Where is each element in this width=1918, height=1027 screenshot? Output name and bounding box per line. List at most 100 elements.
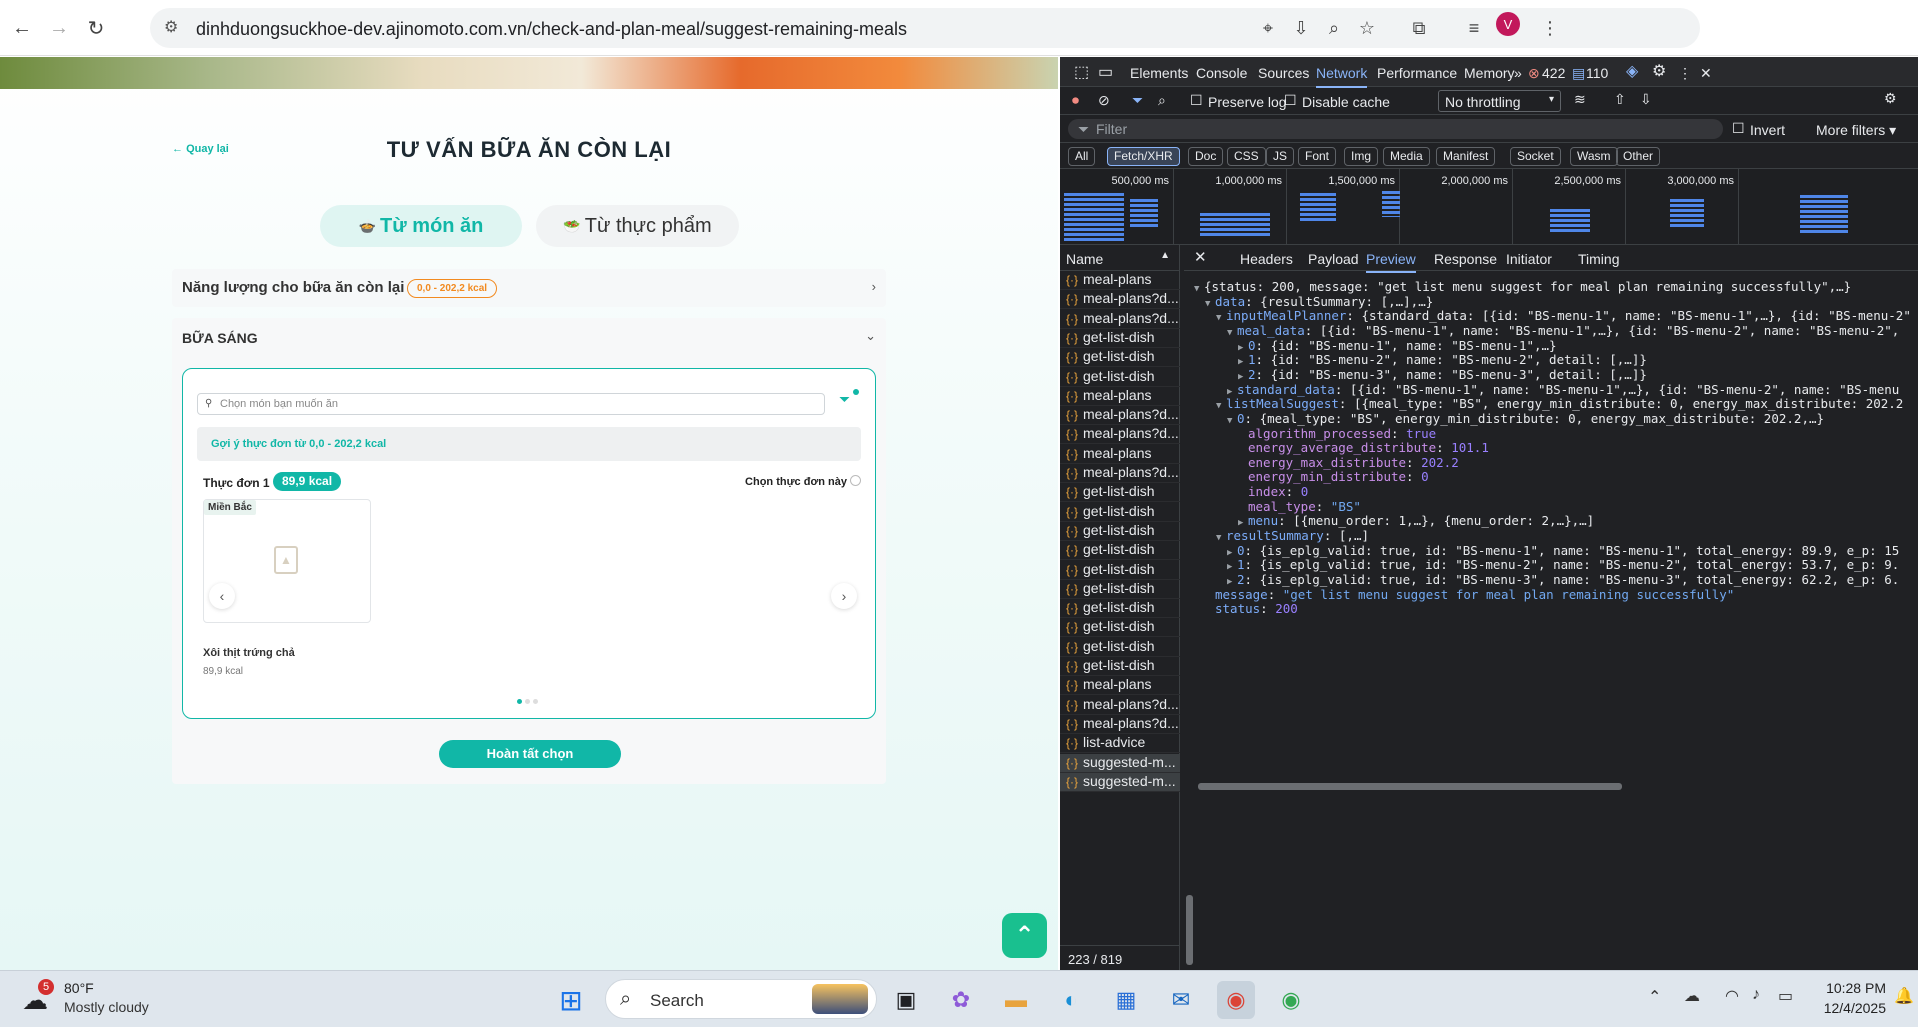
detail-tab-headers[interactable]: Headers <box>1240 251 1293 267</box>
filter-funnel-icon[interactable]: ⏷ <box>1132 92 1143 109</box>
site-info-icon[interactable]: ⚙ <box>164 17 178 37</box>
json-line[interactable]: ▶ 0: {is_eplg_valid: true, id: "BS-menu-1… <box>1227 543 1899 558</box>
media-control-icon[interactable]: ≡ <box>1460 14 1488 42</box>
weather-temp[interactable]: 80°F <box>64 980 94 996</box>
settings-gear-icon[interactable]: ⚙ <box>1652 61 1666 81</box>
expand-toggle-icon[interactable]: ▼ <box>1216 313 1226 323</box>
expand-toggle-icon[interactable]: ▼ <box>1194 284 1204 294</box>
devtools-tab-sources[interactable]: Sources <box>1258 65 1309 81</box>
network-off-icon[interactable]: ☁ <box>1684 986 1700 1006</box>
request-row[interactable]: {·} get-list-dish <box>1060 368 1180 387</box>
request-row[interactable]: {·} get-list-dish <box>1060 522 1180 541</box>
request-row[interactable]: {·} list-advice <box>1060 734 1180 754</box>
error-icon[interactable]: ⊗ <box>1528 65 1540 82</box>
file-explorer-icon[interactable]: ▬ <box>997 981 1035 1019</box>
json-line[interactable]: ▶ menu: [{menu_order: 1,…}, {menu_order: … <box>1238 513 1594 528</box>
taskbar-search[interactable]: ⌕ Search <box>605 979 877 1019</box>
json-line[interactable]: ▼ {status: 200, message: "get list menu s… <box>1194 279 1851 294</box>
type-filter-socket[interactable]: Socket <box>1510 147 1561 166</box>
network-overview-timeline[interactable]: 500,000 ms 1,000,000 ms 1,500,000 ms 2,000,… <box>1060 169 1918 245</box>
clock-date[interactable]: 12/4/2025 <box>1814 1000 1886 1016</box>
carousel-dot[interactable] <box>525 699 530 704</box>
zoom-icon[interactable]: ⌕ <box>1320 14 1348 42</box>
request-row[interactable]: {·} meal-plans?d... <box>1060 310 1180 329</box>
detail-tab-payload[interactable]: Payload <box>1308 251 1359 267</box>
outlook-icon[interactable]: ✉ <box>1162 981 1200 1019</box>
clock-time[interactable]: 10:28 PM <box>1814 980 1886 996</box>
expand-toggle-icon[interactable]: ▼ <box>1216 533 1226 543</box>
menu-kebab-icon[interactable]: ⋮ <box>1536 14 1564 42</box>
tray-overflow-icon[interactable]: ⌃ <box>1648 987 1661 1007</box>
expand-toggle-icon[interactable]: ▶ <box>1227 548 1237 558</box>
expand-toggle-icon[interactable]: ▶ <box>1238 518 1248 528</box>
request-list-scrollbar[interactable] <box>1186 895 1193 965</box>
json-line[interactable]: ▼ resultSummary: [,…] <box>1216 528 1369 543</box>
windows-start-icon[interactable]: ⊞ <box>552 981 590 1019</box>
tab-from-dish[interactable]: 🍲 Từ món ăn <box>320 205 522 247</box>
request-row[interactable]: {·} get-list-dish <box>1060 618 1180 638</box>
type-filter-js[interactable]: JS <box>1266 147 1295 166</box>
expand-toggle-icon[interactable]: ▶ <box>1238 343 1248 353</box>
copilot-icon[interactable]: ✿ <box>942 981 980 1019</box>
json-line[interactable]: message: "get list menu suggest for meal… <box>1205 587 1734 602</box>
request-row[interactable]: {·} get-list-dish <box>1060 503 1180 522</box>
extensions-icon[interactable]: ⧉ <box>1405 14 1433 42</box>
profile-avatar[interactable]: V <box>1496 12 1520 36</box>
json-line[interactable]: ▼ inputMealPlanner: {standard_data: [{id:… <box>1216 308 1911 323</box>
request-row[interactable]: {·} meal-plans <box>1060 271 1180 290</box>
wifi-icon[interactable]: ◠ <box>1725 986 1739 1006</box>
type-filter-other[interactable]: Other <box>1616 147 1661 166</box>
energy-section[interactable]: Năng lượng cho bữa ăn còn lại 0,0 - 202,… <box>172 269 886 307</box>
back-arrow-icon[interactable]: ← <box>8 14 36 42</box>
detail-tab-timing[interactable]: Timing <box>1578 251 1620 267</box>
scroll-to-top-button[interactable]: ⌃ <box>1002 913 1047 958</box>
devtools-tab-performance[interactable]: Performance <box>1377 65 1457 81</box>
preview-horizontal-scrollbar[interactable] <box>1198 783 1622 790</box>
expand-toggle-icon[interactable]: ▼ <box>1227 328 1237 338</box>
type-filter-manifest[interactable]: Manifest <box>1436 147 1496 166</box>
close-detail-icon[interactable]: ✕ <box>1194 248 1207 266</box>
forward-arrow-icon[interactable]: → <box>45 14 73 42</box>
request-row[interactable]: {·} meal-plans?d... <box>1060 715 1180 734</box>
detail-tab-response[interactable]: Response <box>1434 251 1497 267</box>
request-row[interactable]: {·} get-list-dish <box>1060 483 1180 503</box>
json-line[interactable]: energy_min_distribute: 0 <box>1238 469 1429 484</box>
request-row[interactable]: {·} meal-plans <box>1060 445 1180 464</box>
import-har-icon[interactable]: ⇧ <box>1614 91 1626 108</box>
chevron-down-icon[interactable]: ⌄ <box>865 328 876 344</box>
request-row[interactable]: {·} meal-plans <box>1060 387 1180 406</box>
preserve-log-checkbox[interactable]: ☐ <box>1190 92 1203 109</box>
request-row[interactable]: {·} get-list-dish <box>1060 541 1180 561</box>
request-row[interactable]: {·} get-list-dish <box>1060 329 1180 348</box>
json-line[interactable]: energy_max_distribute: 202.2 <box>1238 455 1459 470</box>
microsoft-store-icon[interactable]: ▦ <box>1107 981 1145 1019</box>
request-row[interactable]: {·} get-list-dish <box>1060 599 1180 619</box>
inspect-icon[interactable]: ⬚ <box>1074 62 1089 82</box>
json-line[interactable]: ▶ standard_data: [{id: "BS-menu-1", name:… <box>1227 382 1899 397</box>
json-line[interactable]: meal_type: "BS" <box>1238 499 1361 514</box>
export-har-icon[interactable]: ⇩ <box>1640 91 1652 108</box>
message-count[interactable]: 110 <box>1586 65 1608 81</box>
device-toolbar-icon[interactable]: ▭ <box>1098 62 1113 82</box>
dish-search-input[interactable]: ⚲ Chọn món bạn muốn ăn <box>197 393 825 415</box>
type-filter-wasm[interactable]: Wasm <box>1570 147 1618 166</box>
request-row[interactable]: {·} meal-plans?d... <box>1060 425 1180 445</box>
request-row[interactable]: {·} meal-plans <box>1060 676 1180 696</box>
clear-icon[interactable]: ⊘ <box>1098 92 1110 109</box>
type-filter-img[interactable]: Img <box>1344 147 1379 166</box>
json-line[interactable]: ▼ meal_data: [{id: "BS-menu-1", name: "BS… <box>1227 323 1899 338</box>
detail-tab-preview[interactable]: Preview <box>1366 251 1416 273</box>
request-row[interactable]: {·} suggested-m... <box>1060 772 1180 792</box>
carousel-next-button[interactable]: › <box>831 583 857 609</box>
json-line[interactable]: ▶ 2: {id: "BS-menu-3", name: "BS-menu-3",… <box>1238 367 1647 382</box>
request-row[interactable]: {·} suggested-m... <box>1060 753 1180 773</box>
carousel-dot[interactable] <box>517 699 522 704</box>
json-line[interactable]: ▼ listMealSuggest: [{meal_type: "BS", ene… <box>1216 396 1903 411</box>
json-line[interactable]: algorithm_processed: true <box>1238 426 1436 441</box>
devtools-tab-console[interactable]: Console <box>1196 65 1247 81</box>
json-line[interactable]: energy_average_distribute: 101.1 <box>1238 440 1489 455</box>
ai-assist-icon[interactable]: ◈ <box>1626 61 1638 81</box>
expand-toggle-icon[interactable]: ▶ <box>1238 372 1248 382</box>
tab-from-food[interactable]: 🥗 Từ thực phẩm <box>536 205 739 247</box>
reload-icon[interactable]: ↻ <box>82 14 110 42</box>
